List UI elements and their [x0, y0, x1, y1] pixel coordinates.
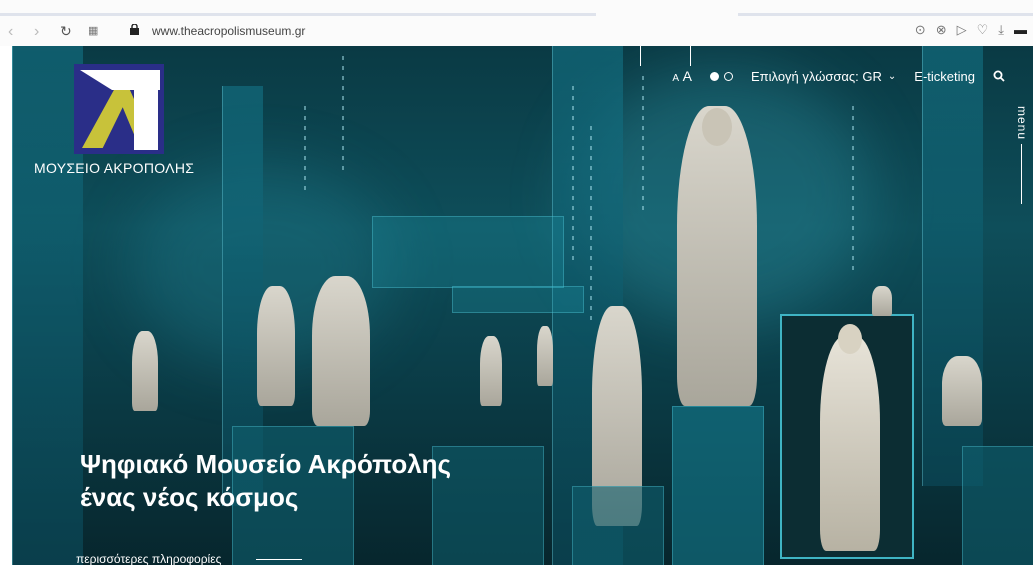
tab-strip-line [738, 13, 1033, 16]
contrast-toggle[interactable] [709, 71, 733, 81]
reload-icon[interactable]: ↻ [60, 23, 72, 40]
camera-icon[interactable]: ⊙ [915, 22, 926, 38]
divider [640, 46, 641, 66]
tab-strip-line [0, 13, 596, 16]
peplos-kore-statue [820, 336, 880, 551]
lock-icon [130, 24, 139, 35]
menu-button[interactable]: menu [1015, 106, 1029, 140]
address-bar[interactable]: www.theacropolismuseum.gr [152, 24, 305, 38]
chevron-down-icon[interactable]: ⌄ [888, 71, 896, 82]
logo-title[interactable]: ΜΟΥΣΕΙΟ ΑΚΡΟΠΟΛΗΣ [34, 160, 194, 176]
search-icon[interactable] [993, 70, 1005, 82]
contrast-dot-on[interactable] [709, 71, 719, 81]
back-icon[interactable]: ‹ [8, 23, 13, 41]
contrast-dot-off[interactable] [723, 71, 733, 81]
site-header-nav: A A Επιλογή γλώσσας: GR ⌄ E-ticketing [672, 68, 1005, 84]
museum-page: ΜΟΥΣΕΙΟ ΑΚΡΟΠΟΛΗΣ A A Επιλογή γλώσσας: G… [12, 46, 1033, 565]
hero-line-2: ένας νέος κόσμος [80, 482, 299, 512]
font-size-toggle[interactable]: A A [672, 68, 692, 84]
forward-icon[interactable]: › [34, 23, 39, 41]
apps-icon[interactable]: ▦ [88, 24, 98, 37]
statue [312, 276, 370, 426]
hero-line-1: Ψηφιακό Μουσείο Ακρόπολης [80, 449, 452, 479]
site-logo[interactable] [74, 64, 164, 154]
font-size-large[interactable]: A [683, 68, 692, 84]
eticketing-link[interactable]: E-ticketing [914, 69, 975, 84]
language-selector[interactable]: Επιλογή γλώσσας: GR [751, 69, 882, 84]
heart-icon[interactable]: ♡ [977, 22, 989, 38]
send-icon[interactable]: ▷ [957, 22, 967, 38]
hero-heading: Ψηφιακό Μουσείο Ακρόπολης ένας νέος κόσμ… [80, 448, 451, 514]
close-circle-icon[interactable]: ⊗ [936, 22, 947, 38]
browser-tools: ⊙ ⊗ ▷ ♡ ⤓ ▬ [915, 22, 1027, 38]
divider [690, 46, 691, 66]
menu-divider [1021, 144, 1022, 204]
more-info-link[interactable]: περισσότερες πληροφορίες [76, 552, 221, 565]
kore-statue [677, 106, 757, 406]
download-icon[interactable]: ⤓ [998, 22, 1004, 38]
battery-icon: ▬ [1014, 22, 1027, 37]
more-info-line [256, 559, 302, 560]
background-pillar [12, 46, 83, 565]
browser-chrome: ‹ › ↻ ▦ www.theacropolismuseum.gr ⊙ ⊗ ▷ … [0, 0, 1033, 46]
font-size-small[interactable]: A [672, 73, 679, 84]
